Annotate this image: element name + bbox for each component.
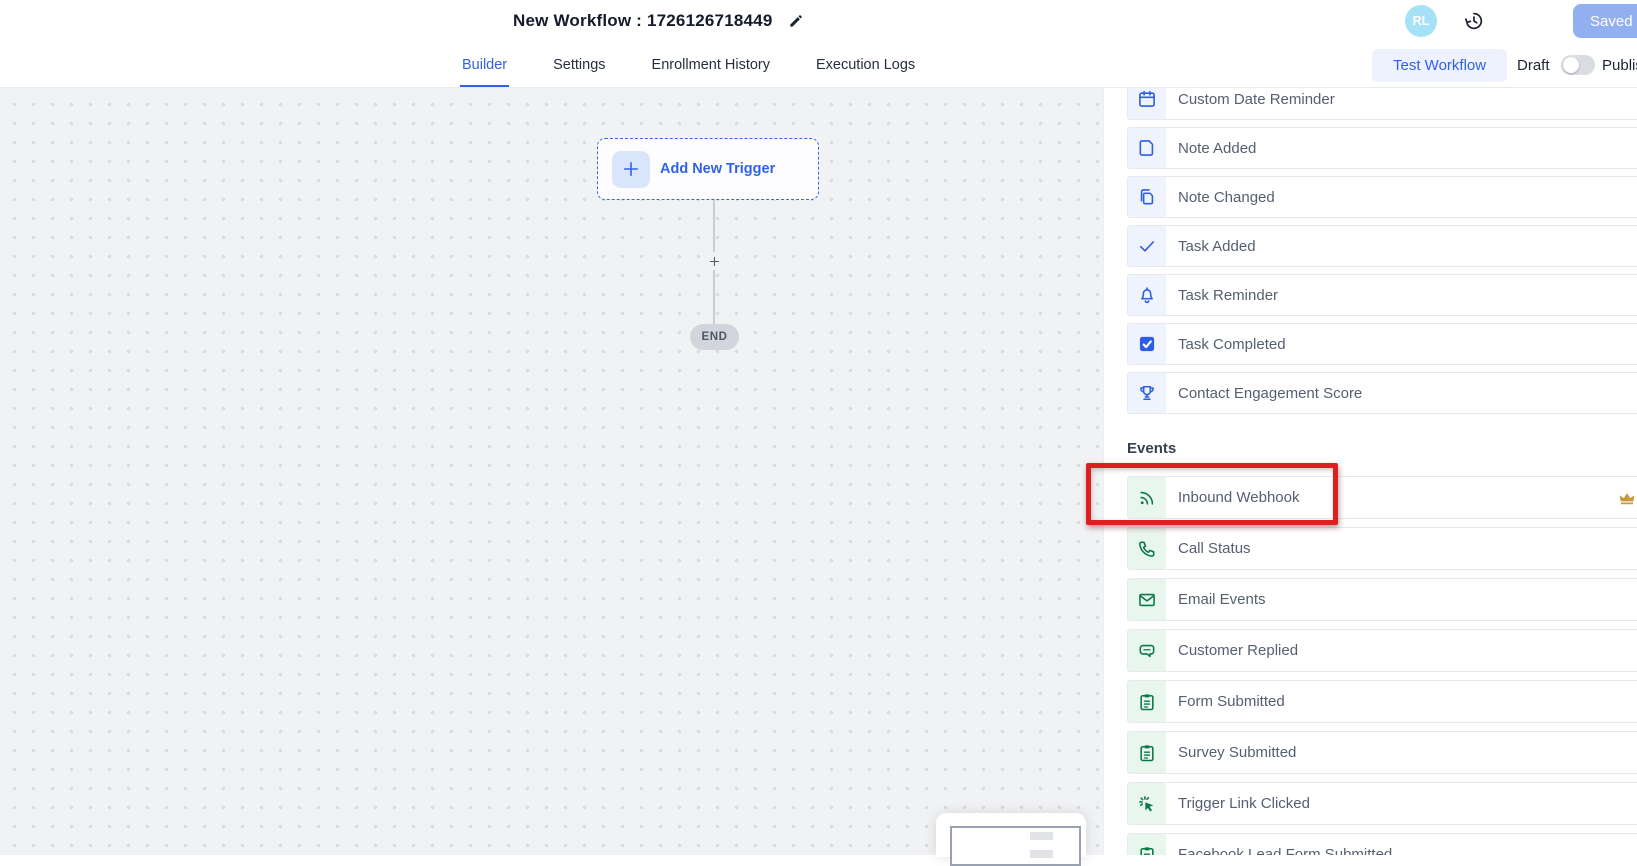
trigger-item-inbound-webhook[interactable]: Inbound Webhook	[1127, 476, 1637, 519]
trigger-item-note-added[interactable]: Note Added	[1127, 127, 1637, 169]
trigger-item-label: Note Changed	[1178, 189, 1275, 206]
trigger-sidebar: Custom Date Reminder Note Added Note Chang…	[1103, 88, 1637, 855]
add-new-trigger-button[interactable]: Add New Trigger	[597, 138, 819, 200]
trigger-item-contact-engagement-score[interactable]: Contact Engagement Score	[1127, 372, 1637, 414]
plus-icon	[708, 255, 721, 268]
trophy-icon-cell	[1128, 373, 1166, 413]
plus-icon-wrap	[612, 151, 650, 188]
trigger-item-facebook-lead-form-submitted[interactable]: Facebook Lead Form Submitted	[1127, 833, 1637, 855]
clipboard-icon-cell	[1128, 834, 1166, 855]
tab-settings[interactable]: Settings	[553, 42, 605, 87]
task-completed-icon	[1137, 334, 1157, 354]
minimap-viewport	[950, 826, 1081, 866]
trigger-item-label: Trigger Link Clicked	[1178, 795, 1310, 812]
trigger-item-task-added[interactable]: Task Added	[1127, 225, 1637, 267]
tab-enrollment-history[interactable]: Enrollment History	[652, 42, 770, 87]
trigger-item-label: Task Added	[1178, 238, 1256, 255]
envelope-icon	[1137, 590, 1157, 610]
trigger-item-label: Inbound Webhook	[1178, 489, 1300, 506]
trigger-item-survey-submitted[interactable]: Survey Submitted	[1127, 731, 1637, 774]
end-node: END	[690, 324, 739, 350]
minimap[interactable]	[936, 813, 1086, 857]
clipboard-icon-cell	[1128, 732, 1166, 773]
trigger-item-label: Call Status	[1178, 540, 1251, 557]
crown-icon	[1618, 489, 1636, 507]
minimap-bar	[1030, 832, 1053, 840]
cursor-click-icon-cell	[1128, 783, 1166, 824]
bell-icon	[1137, 285, 1157, 305]
note-icon	[1137, 138, 1157, 158]
note-changed-icon	[1137, 187, 1157, 207]
plus-icon	[621, 159, 641, 179]
page-title: New Workflow : 1726126718449	[513, 11, 772, 31]
webhook-icon-cell	[1128, 477, 1166, 518]
calendar-icon-cell	[1128, 88, 1166, 119]
publish-toggle[interactable]	[1561, 55, 1595, 75]
trigger-item-task-completed[interactable]: Task Completed	[1127, 323, 1637, 365]
trigger-item-label: Task Reminder	[1178, 287, 1278, 304]
tabs: Builder Settings Enrollment History Exec…	[462, 42, 915, 87]
task-completed-icon-cell	[1128, 324, 1166, 364]
trigger-item-customer-replied[interactable]: Customer Replied	[1127, 629, 1637, 672]
version-history-icon[interactable]	[1463, 10, 1485, 32]
note-changed-icon-cell	[1128, 177, 1166, 217]
avatar[interactable]: RL	[1405, 5, 1437, 37]
events-section-header: Events	[1127, 440, 1637, 457]
trigger-item-form-submitted[interactable]: Form Submitted	[1127, 680, 1637, 723]
trigger-item-label: Email Events	[1178, 591, 1266, 608]
trigger-item-label: Form Submitted	[1178, 693, 1285, 710]
trigger-item-task-reminder[interactable]: Task Reminder	[1127, 274, 1637, 316]
trophy-icon	[1137, 383, 1157, 403]
trigger-item-label: Task Completed	[1178, 336, 1286, 353]
trigger-item-label: Survey Submitted	[1178, 744, 1296, 761]
trigger-item-call-status[interactable]: Call Status	[1127, 527, 1637, 570]
bell-icon-cell	[1128, 275, 1166, 315]
note-icon-cell	[1128, 128, 1166, 168]
tab-builder[interactable]: Builder	[462, 42, 507, 87]
tab-bar: Builder Settings Enrollment History Exec…	[0, 42, 1637, 88]
trigger-item-label: Contact Engagement Score	[1178, 385, 1362, 402]
trigger-item-label: Customer Replied	[1178, 642, 1298, 659]
clipboard-icon-cell	[1128, 681, 1166, 722]
trigger-item-trigger-link-clicked[interactable]: Trigger Link Clicked	[1127, 782, 1637, 825]
trigger-item-custom-date-reminder[interactable]: Custom Date Reminder	[1127, 88, 1637, 120]
phone-icon-cell	[1128, 528, 1166, 569]
chat-icon-cell	[1128, 630, 1166, 671]
clipboard-icon	[1137, 692, 1157, 712]
tab-execution-logs[interactable]: Execution Logs	[816, 42, 915, 87]
test-workflow-button[interactable]: Test Workflow	[1372, 49, 1507, 82]
clipboard-icon	[1137, 743, 1157, 763]
workflow-canvas[interactable]: Add New Trigger END	[0, 88, 1103, 855]
workflow-title-wrap: New Workflow : 1726126718449	[513, 0, 804, 42]
app-header: New Workflow : 1726126718449 RL Saved	[0, 0, 1637, 42]
trigger-item-note-changed[interactable]: Note Changed	[1127, 176, 1637, 218]
trigger-item-label: Facebook Lead Form Submitted	[1178, 846, 1392, 855]
trigger-item-label: Custom Date Reminder	[1178, 91, 1335, 108]
add-new-trigger-label: Add New Trigger	[660, 161, 775, 177]
trigger-list: Custom Date Reminder Note Added Note Chang…	[1127, 88, 1637, 855]
edit-title-icon[interactable]	[788, 13, 804, 29]
check-icon	[1137, 236, 1157, 256]
cursor-click-icon	[1137, 794, 1157, 814]
publish-toggle-knob	[1563, 57, 1579, 73]
calendar-icon	[1137, 89, 1157, 109]
publish-label: Publish	[1602, 42, 1637, 88]
clipboard-icon	[1137, 845, 1157, 856]
draft-label: Draft	[1517, 42, 1550, 88]
add-step-button[interactable]	[705, 252, 723, 270]
webhook-icon	[1137, 488, 1157, 508]
trigger-item-label: Note Added	[1178, 140, 1256, 157]
envelope-icon-cell	[1128, 579, 1166, 620]
chat-icon	[1137, 641, 1157, 661]
minimap-bar	[1030, 850, 1053, 858]
trigger-item-email-events[interactable]: Email Events	[1127, 578, 1637, 621]
check-icon-cell	[1128, 226, 1166, 266]
saved-button[interactable]: Saved	[1573, 4, 1637, 38]
phone-icon	[1137, 539, 1157, 559]
